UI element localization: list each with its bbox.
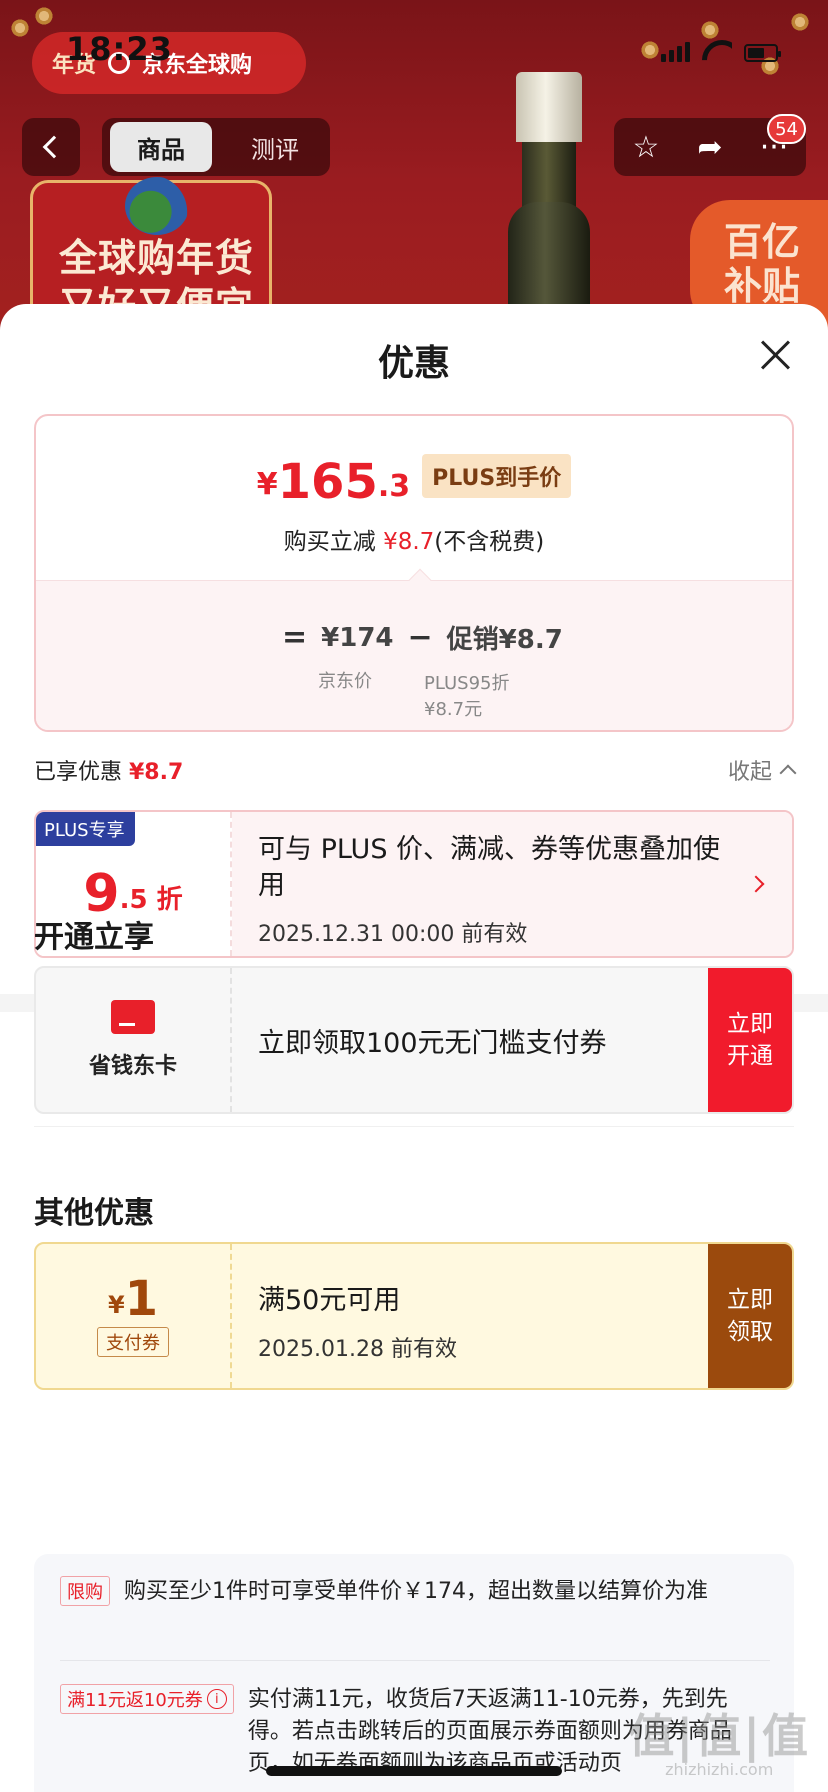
promo-sub2: ¥8.7元 bbox=[424, 699, 483, 720]
info-icon: i bbox=[206, 1689, 227, 1709]
price-decimal: .3 bbox=[377, 469, 411, 504]
claim-button[interactable]: 立即 领取 bbox=[708, 1244, 792, 1388]
open-now-button[interactable]: 立即 开通 bbox=[708, 968, 792, 1112]
minus-sign: − bbox=[407, 620, 433, 655]
promo-right-line1: 百亿 bbox=[724, 220, 801, 264]
enjoyed-total: 已享优惠 ¥8.7 bbox=[34, 754, 183, 786]
signal-icon bbox=[661, 42, 690, 62]
coupon-value: 1 bbox=[124, 1271, 159, 1327]
coupon-valid: 2025.12.31 00:00 前有效 bbox=[258, 922, 528, 947]
rule-tag-label: 满11元返10元券 bbox=[67, 1690, 203, 1711]
save-line: 购买立减 ¥8.7(不含税费) bbox=[36, 522, 792, 556]
card-offer-desc: 立即领取100元无门槛支付券 bbox=[258, 1027, 607, 1059]
price-breakdown: = ¥174 − 促销¥8.7 京东价 PLUS95折 ¥8.7元 bbox=[36, 580, 792, 730]
save-amount: ¥8.7 bbox=[383, 529, 435, 555]
coupon-valid: 2025.01.28 前有效 bbox=[258, 1337, 457, 1362]
pay-coupon-tag: 支付券 bbox=[97, 1327, 169, 1357]
chevron-up-icon bbox=[779, 764, 797, 782]
product-bottle-image bbox=[508, 72, 590, 330]
coupon-currency: ¥ bbox=[107, 1291, 125, 1319]
status-icons bbox=[661, 40, 781, 62]
back-arrow-icon bbox=[42, 135, 66, 159]
promo-discount: 促销¥8.7 bbox=[446, 625, 563, 655]
jd-price: ¥174 bbox=[321, 622, 394, 653]
open-line1: 立即 bbox=[727, 1011, 773, 1037]
coupon-condition: 满50元可用 bbox=[258, 1285, 401, 1316]
final-price: ¥ 165 .3 bbox=[257, 458, 410, 506]
rule-item: 限购 购买至少1件时可享受单件价￥174，超出数量以结算价为准 bbox=[60, 1576, 760, 1608]
plus-price-tag: PLUS到手价 bbox=[422, 454, 572, 498]
sheet-title: 优惠 bbox=[377, 343, 450, 384]
watermark: 值|值|值 zhizhizhi.com bbox=[628, 1700, 810, 1779]
watermark-logo: 值|值|值 bbox=[628, 1709, 810, 1763]
home-indicator[interactable] bbox=[266, 1766, 562, 1776]
star-icon[interactable]: ☆ bbox=[628, 129, 664, 165]
plus-exclusive-flag: PLUS专享 bbox=[36, 812, 135, 846]
close-icon[interactable] bbox=[760, 340, 790, 370]
coupon-amount: ¥ 1 bbox=[108, 1275, 158, 1323]
product-tabs: 商品 测评 bbox=[102, 118, 330, 176]
blossom-decoration bbox=[10, 18, 30, 38]
promo-detail: PLUS95折 ¥8.7元 bbox=[424, 671, 510, 723]
back-button[interactable] bbox=[22, 118, 80, 176]
equals-sign: = bbox=[282, 620, 308, 655]
enjoyed-amount: ¥8.7 bbox=[129, 760, 184, 785]
credit-card-icon bbox=[111, 1000, 155, 1034]
divider bbox=[34, 1126, 794, 1127]
blossom-decoration bbox=[640, 40, 660, 60]
price-currency: ¥ bbox=[256, 467, 278, 502]
enjoyed-label: 已享优惠 bbox=[34, 760, 129, 785]
offers-sheet: 优惠 ¥ 165 .3 PLUS到手价 购买立减 ¥8.7(不含税费) = ¥1… bbox=[0, 304, 828, 1792]
wifi-icon bbox=[702, 40, 732, 62]
enjoyed-row: 已享优惠 ¥8.7 收起 bbox=[34, 754, 797, 786]
tab-product[interactable]: 商品 bbox=[110, 122, 212, 172]
blossom-decoration bbox=[790, 12, 810, 32]
claim-line1: 立即 bbox=[727, 1287, 773, 1313]
promo-line1: 全球购年货 bbox=[59, 236, 255, 280]
coupon-desc: 可与 PLUS 价、满减、券等优惠叠加使用 bbox=[258, 834, 721, 901]
price-row: ¥ 165 .3 PLUS到手价 bbox=[36, 454, 792, 506]
claim-line2: 领取 bbox=[727, 1319, 773, 1345]
open-line2: 开通 bbox=[727, 1043, 773, 1069]
price-formula: = ¥174 − 促销¥8.7 bbox=[282, 619, 563, 656]
rule-text: 购买至少1件时可享受单件价￥174，超出数量以结算价为准 bbox=[124, 1579, 708, 1604]
cart-count-badge: 54 bbox=[767, 114, 806, 144]
jd-price-label: 京东价 bbox=[318, 671, 372, 692]
collapse-label: 收起 bbox=[727, 760, 772, 785]
section-title-open: 开通立享 bbox=[34, 920, 154, 955]
promo-sub1: PLUS95折 bbox=[424, 673, 510, 694]
product-image-area: 年货 京东全球购 18:23 商品 测评 ☆ ➦ ··· 54 全球购年货 又好… bbox=[0, 0, 828, 330]
blossom-decoration bbox=[700, 20, 720, 40]
battery-icon bbox=[744, 44, 781, 62]
collapse-button[interactable]: 收起 bbox=[727, 754, 797, 786]
promo-right-line2: 补贴 bbox=[724, 264, 801, 308]
rule-tag: 限购 bbox=[60, 1576, 110, 1606]
card-offer: 省钱东卡 立即领取100元无门槛支付券 立即 开通 bbox=[34, 966, 794, 1114]
pay-coupon: ¥ 1 支付券 满50元可用 2025.01.28 前有效 立即 领取 bbox=[34, 1242, 794, 1390]
rule-tag-return[interactable]: 满11元返10元券 i bbox=[60, 1684, 234, 1714]
card-name: 省钱东卡 bbox=[88, 1054, 177, 1079]
price-integer: 165 bbox=[277, 454, 378, 510]
blossom-decoration bbox=[34, 6, 54, 26]
section-title-other: 其他优惠 bbox=[34, 1196, 154, 1231]
status-time: 18:23 bbox=[66, 30, 173, 68]
save-prefix: 购买立减 bbox=[283, 529, 384, 555]
rate-small: .5 折 bbox=[119, 885, 183, 915]
divider bbox=[60, 1660, 770, 1661]
price-card: ¥ 165 .3 PLUS到手价 购买立减 ¥8.7(不含税费) = ¥174 … bbox=[34, 414, 794, 732]
tab-review[interactable]: 测评 bbox=[224, 122, 326, 172]
save-suffix: (不含税费) bbox=[434, 529, 545, 555]
share-icon[interactable]: ➦ bbox=[692, 129, 728, 165]
